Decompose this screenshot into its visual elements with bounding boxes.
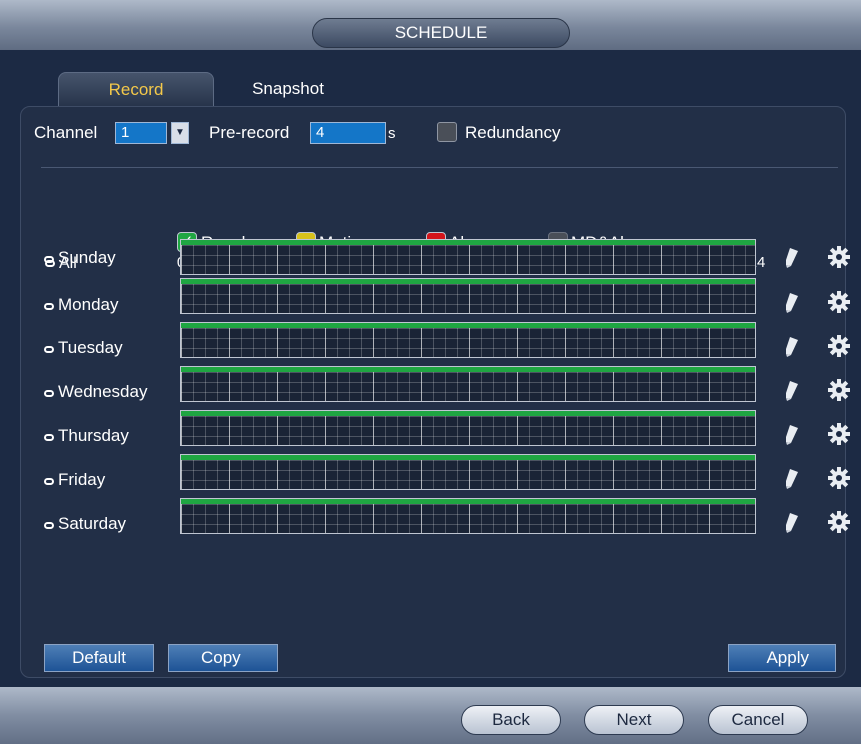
prerecord-label: Pre-record [209, 123, 290, 142]
day-label: Monday [58, 295, 119, 314]
default-button[interactable]: Default [44, 644, 154, 672]
gear-icon[interactable] [828, 423, 850, 445]
day-label: Tuesday [58, 338, 123, 357]
pencil-icon[interactable] [782, 334, 802, 358]
day-toggle-icon[interactable] [44, 390, 54, 397]
day-toggle-icon[interactable] [44, 434, 54, 441]
gear-icon[interactable] [828, 379, 850, 401]
channel-label: Channel [34, 123, 98, 142]
tab-snapshot[interactable]: Snapshot [228, 72, 348, 106]
gear-icon[interactable] [828, 467, 850, 489]
day-label: Friday [58, 470, 106, 489]
gear-icon[interactable] [828, 335, 850, 357]
schedule-bar[interactable] [180, 239, 756, 275]
next-button[interactable]: Next [584, 705, 684, 735]
pencil-icon[interactable] [782, 466, 802, 490]
schedule-bar[interactable] [180, 498, 756, 534]
tab-record[interactable]: Record [58, 72, 214, 107]
channel-select[interactable]: 1 [115, 122, 167, 144]
pencil-icon[interactable] [782, 422, 802, 446]
day-label: Wednesday [58, 382, 148, 401]
redundancy-checkbox[interactable] [437, 122, 457, 142]
day-label: Saturday [58, 514, 127, 533]
gear-icon[interactable] [828, 291, 850, 313]
bottom-bar: Back Next Cancel [0, 687, 861, 744]
day-label: Sunday [58, 248, 116, 267]
chevron-down-icon[interactable]: ▼ [171, 122, 189, 144]
schedule-bar[interactable] [180, 366, 756, 402]
copy-button[interactable]: Copy [168, 644, 278, 672]
day-toggle-icon[interactable] [44, 522, 54, 529]
apply-button[interactable]: Apply [728, 644, 836, 672]
pencil-icon[interactable] [782, 245, 802, 269]
day-toggle-icon[interactable] [44, 303, 54, 310]
schedule-bar[interactable] [180, 410, 756, 446]
prerecord-unit: s [388, 125, 396, 142]
pencil-icon[interactable] [782, 510, 802, 534]
schedule-bar[interactable] [180, 454, 756, 490]
day-toggle-icon[interactable] [44, 346, 54, 353]
title-bar: SCHEDULE [0, 0, 861, 50]
prerecord-input[interactable]: 4 [310, 122, 386, 144]
day-toggle-icon[interactable] [44, 256, 54, 263]
cancel-button[interactable]: Cancel [708, 705, 808, 735]
schedule-bar[interactable] [180, 322, 756, 358]
main-area: Record Snapshot Channel 1 ▼ Pre-record 4… [0, 50, 861, 687]
redundancy-label: Redundancy [465, 123, 561, 142]
schedule-bar[interactable] [180, 278, 756, 314]
gear-icon[interactable] [828, 246, 850, 268]
pencil-icon[interactable] [782, 378, 802, 402]
day-toggle-icon[interactable] [44, 478, 54, 485]
day-label: Thursday [58, 426, 129, 445]
back-button[interactable]: Back [461, 705, 561, 735]
window-title: SCHEDULE [312, 18, 570, 48]
divider [41, 167, 838, 168]
pencil-icon[interactable] [782, 290, 802, 314]
gear-icon[interactable] [828, 511, 850, 533]
